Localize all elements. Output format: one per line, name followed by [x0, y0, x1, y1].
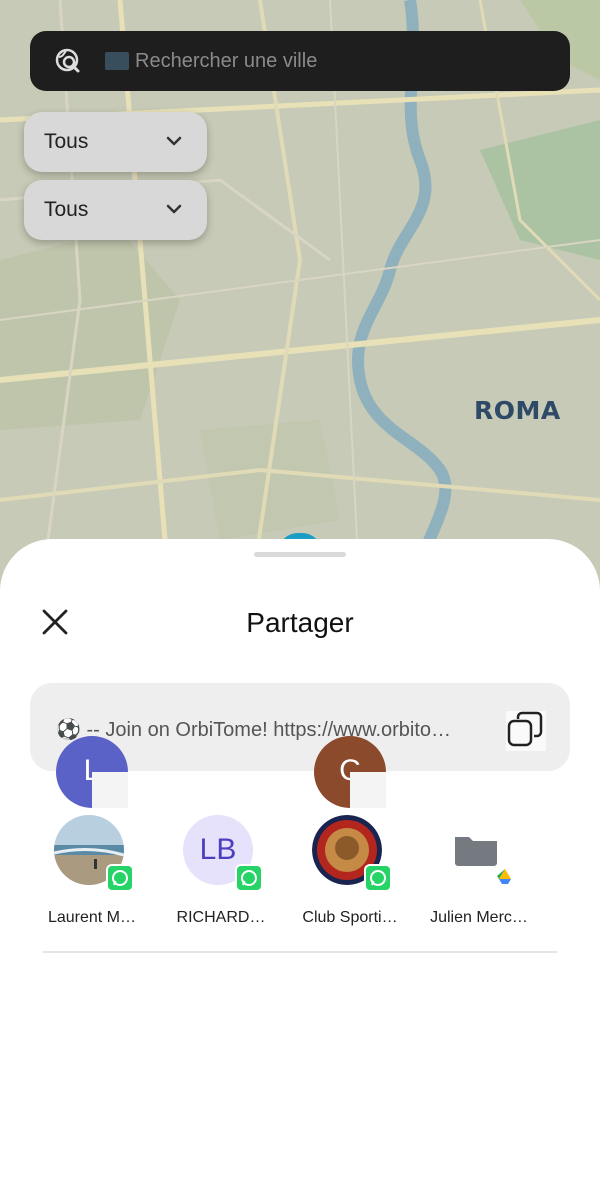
avatar-cut	[350, 772, 386, 808]
share-target-contact[interactable]: Club Sporti…	[285, 813, 415, 943]
search-placeholder[interactable]: Rechercher une ville	[135, 50, 317, 73]
city-emoji-icon	[105, 52, 129, 70]
divider	[43, 951, 557, 953]
whatsapp-badge-icon	[106, 864, 134, 892]
sheet-drag-handle[interactable]	[254, 552, 346, 557]
contact-name: Julien Merc…	[430, 909, 528, 926]
whatsapp-badge-icon	[364, 864, 392, 892]
whatsapp-badge-icon	[235, 864, 263, 892]
map-city-label: ROMA	[474, 396, 561, 425]
city-search-bar[interactable]: Rechercher une ville	[30, 31, 570, 91]
share-target-drive[interactable]: Julien Merc…	[414, 813, 544, 943]
globe-search-icon	[55, 48, 80, 73]
filter-dropdown-2[interactable]: Tous	[24, 180, 207, 240]
filter-label: Tous	[44, 198, 89, 221]
copy-icon[interactable]	[506, 711, 546, 751]
filter-label: Tous	[44, 130, 89, 153]
avatar-cut	[92, 772, 128, 808]
google-drive-badge-icon	[492, 863, 518, 889]
contact-name: Club Sporti…	[302, 909, 398, 926]
contact-name: RICHARD…	[176, 909, 266, 926]
share-target-contact[interactable]: LB RICHARD…	[156, 813, 286, 943]
chevron-down-icon	[166, 136, 182, 146]
contact-name: Laurent M…	[47, 909, 137, 926]
chevron-down-icon	[166, 204, 182, 214]
share-target-contact[interactable]: Laurent M…	[27, 813, 157, 943]
sheet-title: Partager	[246, 607, 354, 638]
share-link-text: ⚽ -- Join on OrbiTome! https://www.orbit…	[56, 719, 452, 741]
share-targets-row: Laurent M… LB RICHARD… Club Sporti… Juli…	[0, 813, 600, 943]
filter-dropdown-1[interactable]: Tous	[24, 112, 207, 172]
share-bottom-sheet: Partager ⚽ -- Join on OrbiTome! https://…	[0, 539, 600, 1199]
